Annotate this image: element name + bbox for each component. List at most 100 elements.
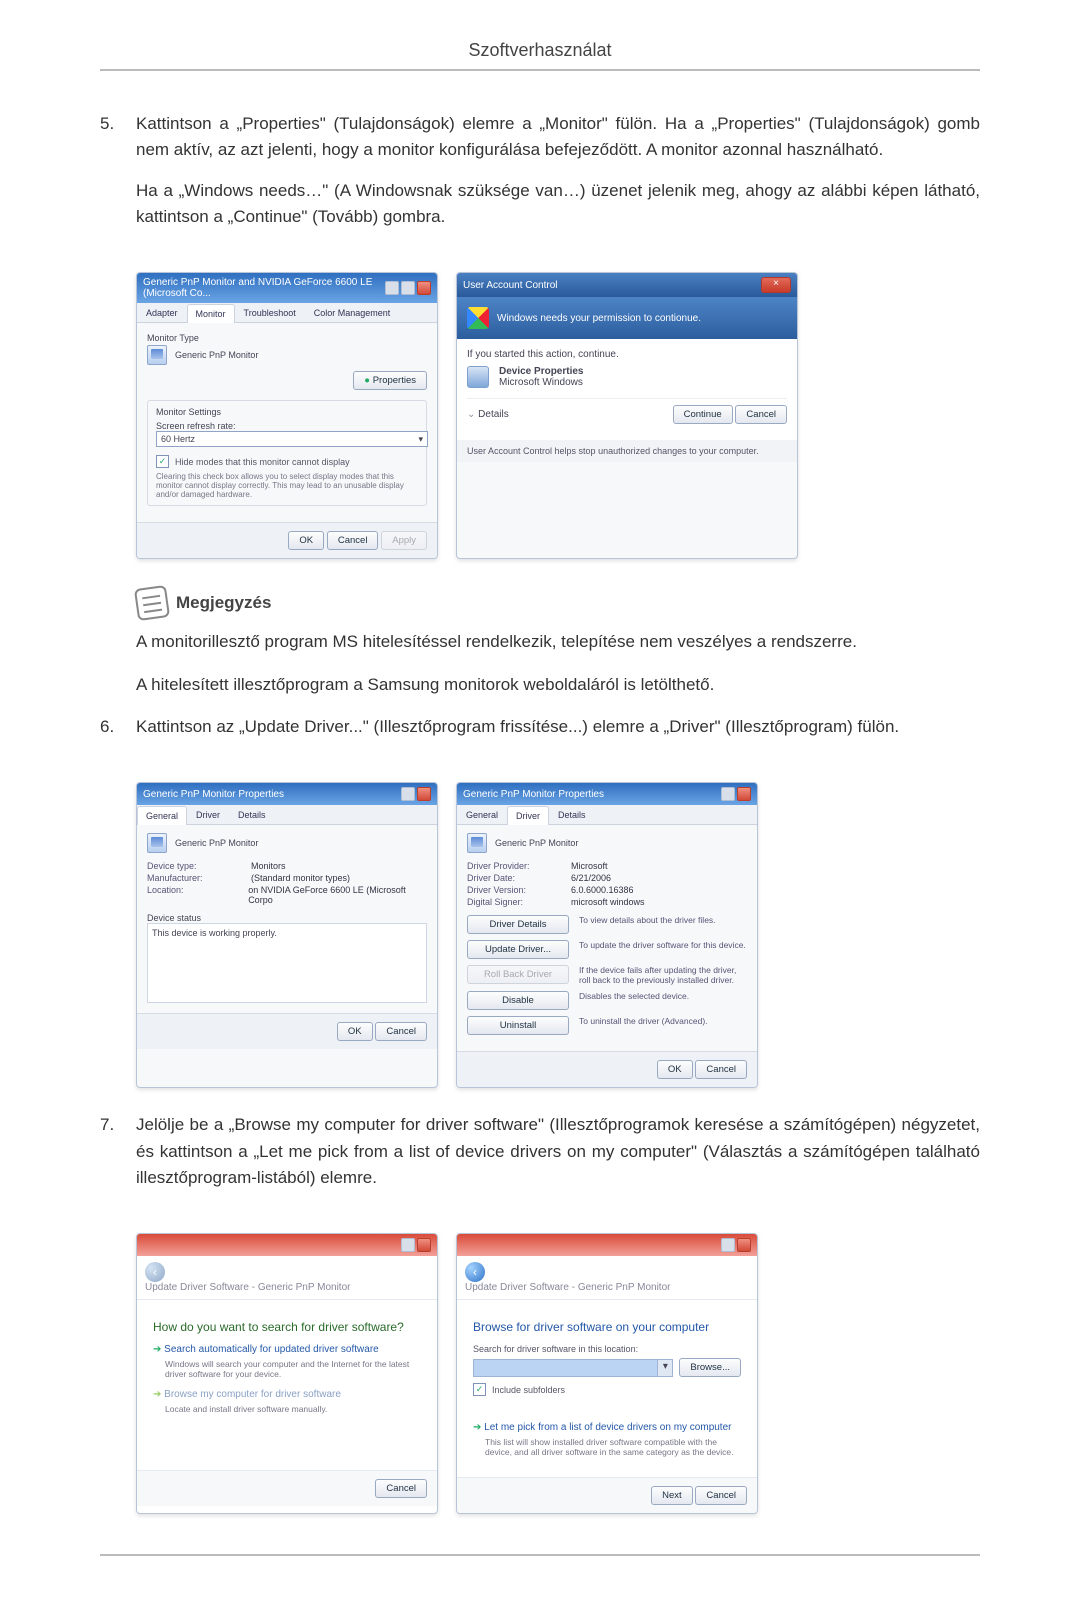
close-icon[interactable] (737, 787, 751, 801)
browse-button[interactable]: Browse... (679, 1358, 741, 1377)
note-heading: Megjegyzés (136, 587, 980, 619)
ok-button[interactable]: OK (657, 1060, 693, 1079)
rollback-driver-desc: If the device fails after updating the d… (579, 965, 747, 985)
driver-details-desc: To view details about the driver files. (579, 915, 747, 925)
refresh-rate-label: Screen refresh rate: (156, 421, 418, 431)
rollback-driver-button[interactable]: Roll Back Driver (467, 965, 569, 984)
apply-button[interactable]: Apply (381, 531, 427, 550)
step-list: 5. Kattintson a „Properties" (Tulajdonsá… (100, 111, 980, 244)
figure-row-1: Generic PnP Monitor and NVIDIA GeForce 6… (136, 272, 980, 559)
manufacturer-label: Manufacturer: (147, 873, 237, 883)
details-link[interactable]: Details (478, 409, 509, 420)
tab-troubleshoot[interactable]: Troubleshoot (235, 303, 305, 322)
back-icon[interactable]: ‹ (145, 1262, 165, 1282)
tab-adapter[interactable]: Adapter (137, 303, 187, 322)
tab-color-management[interactable]: Color Management (305, 303, 400, 322)
help-icon[interactable] (721, 787, 735, 801)
close-icon[interactable] (417, 787, 431, 801)
ok-button[interactable]: OK (288, 531, 324, 550)
minimize-icon[interactable] (385, 281, 399, 295)
dialog-monitor-properties: Generic PnP Monitor and NVIDIA GeForce 6… (136, 272, 438, 559)
step-number: 7. (100, 1112, 136, 1205)
cancel-button[interactable]: Cancel (375, 1479, 427, 1498)
tab-details[interactable]: Details (229, 805, 275, 824)
help-icon[interactable] (401, 787, 415, 801)
option-search-auto-desc: Windows will search your computer and th… (165, 1359, 421, 1379)
device-status-label: Device status (147, 913, 427, 923)
driver-provider-value: Microsoft (571, 861, 608, 871)
arrow-icon: ➔ (153, 1344, 161, 1355)
back-icon[interactable]: ‹ (465, 1262, 485, 1282)
cancel-button[interactable]: Cancel (375, 1022, 427, 1041)
monitor-settings-label: Monitor Settings (156, 407, 418, 417)
wizard-heading: Browse for driver software on your compu… (473, 1320, 741, 1334)
close-icon[interactable] (417, 1238, 431, 1252)
minimize-icon[interactable] (401, 1238, 415, 1252)
option-browse-computer-desc: Locate and install driver software manua… (165, 1404, 421, 1414)
cancel-button[interactable]: Cancel (735, 405, 787, 424)
tab-driver[interactable]: Driver (187, 805, 229, 824)
window-controls (385, 281, 431, 295)
wizard-heading: How do you want to search for driver sof… (153, 1320, 421, 1334)
uninstall-button[interactable]: Uninstall (467, 1016, 569, 1035)
hide-modes-checkbox[interactable]: ✓ (156, 455, 169, 468)
step-7: 7. Jelölje be a „Browse my computer for … (100, 1112, 980, 1205)
include-subfolders-checkbox[interactable]: ✓ (473, 1383, 486, 1396)
monitor-type-label: Monitor Type (147, 333, 427, 343)
step-number: 5. (100, 111, 136, 244)
device-name: Generic PnP Monitor (175, 838, 258, 848)
tab-bar: Adapter Monitor Troubleshoot Color Manag… (137, 303, 437, 323)
chevron-down-icon: ▾ (657, 1360, 672, 1376)
window-title: Generic PnP Monitor Properties (143, 789, 284, 800)
tab-general[interactable]: General (137, 806, 187, 825)
close-icon[interactable] (737, 1238, 751, 1252)
digital-signer-label: Digital Signer: (467, 897, 557, 907)
monitor-icon (467, 833, 487, 853)
properties-button[interactable]: ● Properties (353, 371, 427, 390)
cancel-button[interactable]: Cancel (695, 1060, 747, 1079)
hide-modes-desc: Clearing this check box allows you to se… (156, 472, 418, 499)
search-location-label: Search for driver software in this locat… (473, 1344, 741, 1354)
note-p1: A monitorillesztő program MS hitelesítés… (136, 629, 980, 655)
tab-pane: Monitor Type Generic PnP Monitor ● Prope… (137, 323, 437, 522)
shield-icon (467, 307, 489, 329)
breadcrumb: Update Driver Software - Generic PnP Mon… (465, 1282, 670, 1293)
step-5-p1: Kattintson a „Properties" (Tulajdonságok… (136, 111, 980, 164)
step-5: 5. Kattintson a „Properties" (Tulajdonsá… (100, 111, 980, 244)
window-title: Generic PnP Monitor and NVIDIA GeForce 6… (143, 277, 385, 299)
driver-details-button[interactable]: Driver Details (467, 915, 569, 934)
ok-button[interactable]: OK (337, 1022, 373, 1041)
program-name: Device Properties (499, 366, 584, 377)
close-icon[interactable] (417, 281, 431, 295)
arrow-icon: ➔ (153, 1389, 161, 1400)
disable-desc: Disables the selected device. (579, 991, 747, 1001)
next-button[interactable]: Next (651, 1486, 693, 1505)
maximize-icon[interactable] (401, 281, 415, 295)
option-search-auto[interactable]: Search automatically for updated driver … (164, 1344, 379, 1355)
location-label: Location: (147, 885, 234, 905)
option-let-me-pick-desc: This list will show installed driver sof… (485, 1437, 741, 1457)
tab-monitor[interactable]: Monitor (187, 304, 235, 323)
cancel-button[interactable]: Cancel (327, 531, 379, 550)
location-combobox[interactable]: ▾ (473, 1359, 673, 1377)
disable-button[interactable]: Disable (467, 991, 569, 1010)
footer-divider (100, 1554, 980, 1556)
driver-version-label: Driver Version: (467, 885, 557, 895)
refresh-rate-select[interactable]: 60 Hertz ▾ (156, 431, 428, 447)
option-browse-computer[interactable]: Browse my computer for driver software (164, 1389, 341, 1400)
device-status-text: This device is working properly. (152, 928, 277, 938)
update-driver-button[interactable]: Update Driver... (467, 940, 569, 959)
note-title: Megjegyzés (176, 593, 271, 613)
close-icon[interactable]: × (761, 277, 791, 293)
figure-row-3: ‹ Update Driver Software - Generic PnP M… (136, 1233, 980, 1514)
minimize-icon[interactable] (721, 1238, 735, 1252)
uac-headline: Windows needs your permission to contion… (497, 313, 701, 324)
tab-details[interactable]: Details (549, 805, 595, 824)
tab-driver[interactable]: Driver (507, 806, 549, 825)
option-let-me-pick[interactable]: Let me pick from a list of device driver… (484, 1422, 731, 1433)
chevron-down-icon: ▾ (418, 434, 423, 445)
manufacturer-value: (Standard monitor types) (251, 873, 350, 883)
tab-general[interactable]: General (457, 805, 507, 824)
continue-button[interactable]: Continue (673, 405, 733, 424)
cancel-button[interactable]: Cancel (695, 1486, 747, 1505)
